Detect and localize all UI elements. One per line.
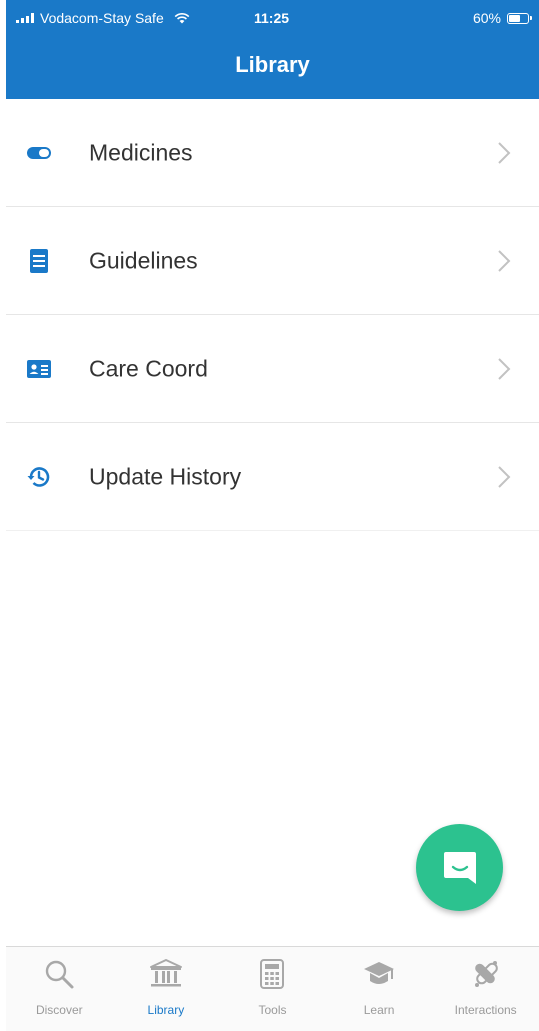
- chat-fab-button[interactable]: [416, 824, 503, 911]
- tab-label: Discover: [35, 1003, 83, 1017]
- graduation-cap-icon: [362, 957, 396, 991]
- carrier-label: Vodacom-Stay Safe: [40, 10, 164, 26]
- library-list: Medicines Guidelines Care Coord Update H…: [6, 99, 539, 531]
- history-icon: [26, 464, 52, 490]
- tab-label: Learn: [363, 1003, 395, 1017]
- chevron-right-icon: [498, 465, 511, 488]
- document-icon: [26, 248, 52, 274]
- chevron-right-icon: [498, 249, 511, 272]
- header: Vodacom-Stay Safe 11:25 60% Library: [6, 0, 539, 99]
- pill-icon: [26, 140, 52, 166]
- tab-discover[interactable]: Discover: [6, 947, 113, 1031]
- list-item-update-history[interactable]: Update History: [6, 423, 539, 531]
- tab-label: Interactions: [454, 1003, 517, 1017]
- calculator-icon: [255, 957, 289, 991]
- tab-library[interactable]: Library: [113, 947, 220, 1031]
- pills-interaction-icon: [469, 957, 503, 991]
- status-right: 60%: [472, 10, 532, 26]
- list-item-label: Care Coord: [89, 355, 208, 381]
- list-item-label: Guidelines: [89, 247, 198, 273]
- tab-label: Library: [147, 1003, 185, 1017]
- list-item-care-coord[interactable]: Care Coord: [6, 315, 539, 423]
- chat-bubble-icon: [443, 851, 476, 884]
- id-card-icon: [26, 356, 52, 382]
- list-item-label: Update History: [89, 463, 242, 489]
- tab-tools[interactable]: Tools: [219, 947, 326, 1031]
- tab-label: Tools: [258, 1003, 287, 1017]
- library-icon: [149, 957, 183, 991]
- bottom-tab-bar: Discover Library Tools Learn Interaction…: [6, 946, 539, 1031]
- search-icon: [42, 957, 76, 991]
- status-left: Vodacom-Stay Safe: [16, 10, 190, 26]
- app-screen: Vodacom-Stay Safe 11:25 60% Library Medi…: [0, 0, 539, 1031]
- signal-icon: [16, 13, 34, 23]
- tab-learn[interactable]: Learn: [326, 947, 433, 1031]
- status-time: 11:25: [254, 10, 290, 26]
- chevron-right-icon: [498, 357, 511, 380]
- wifi-icon: [174, 12, 190, 24]
- page-title: Library: [235, 52, 310, 77]
- list-item-guidelines[interactable]: Guidelines: [6, 207, 539, 315]
- list-item-medicines[interactable]: Medicines: [6, 99, 539, 207]
- list-item-label: Medicines: [89, 139, 193, 165]
- battery-icon: [507, 12, 532, 24]
- battery-percent: 60%: [472, 10, 501, 26]
- status-bar: Vodacom-Stay Safe 11:25 60%: [6, 0, 539, 36]
- tab-interactions[interactable]: Interactions: [432, 947, 539, 1031]
- chevron-right-icon: [498, 141, 511, 164]
